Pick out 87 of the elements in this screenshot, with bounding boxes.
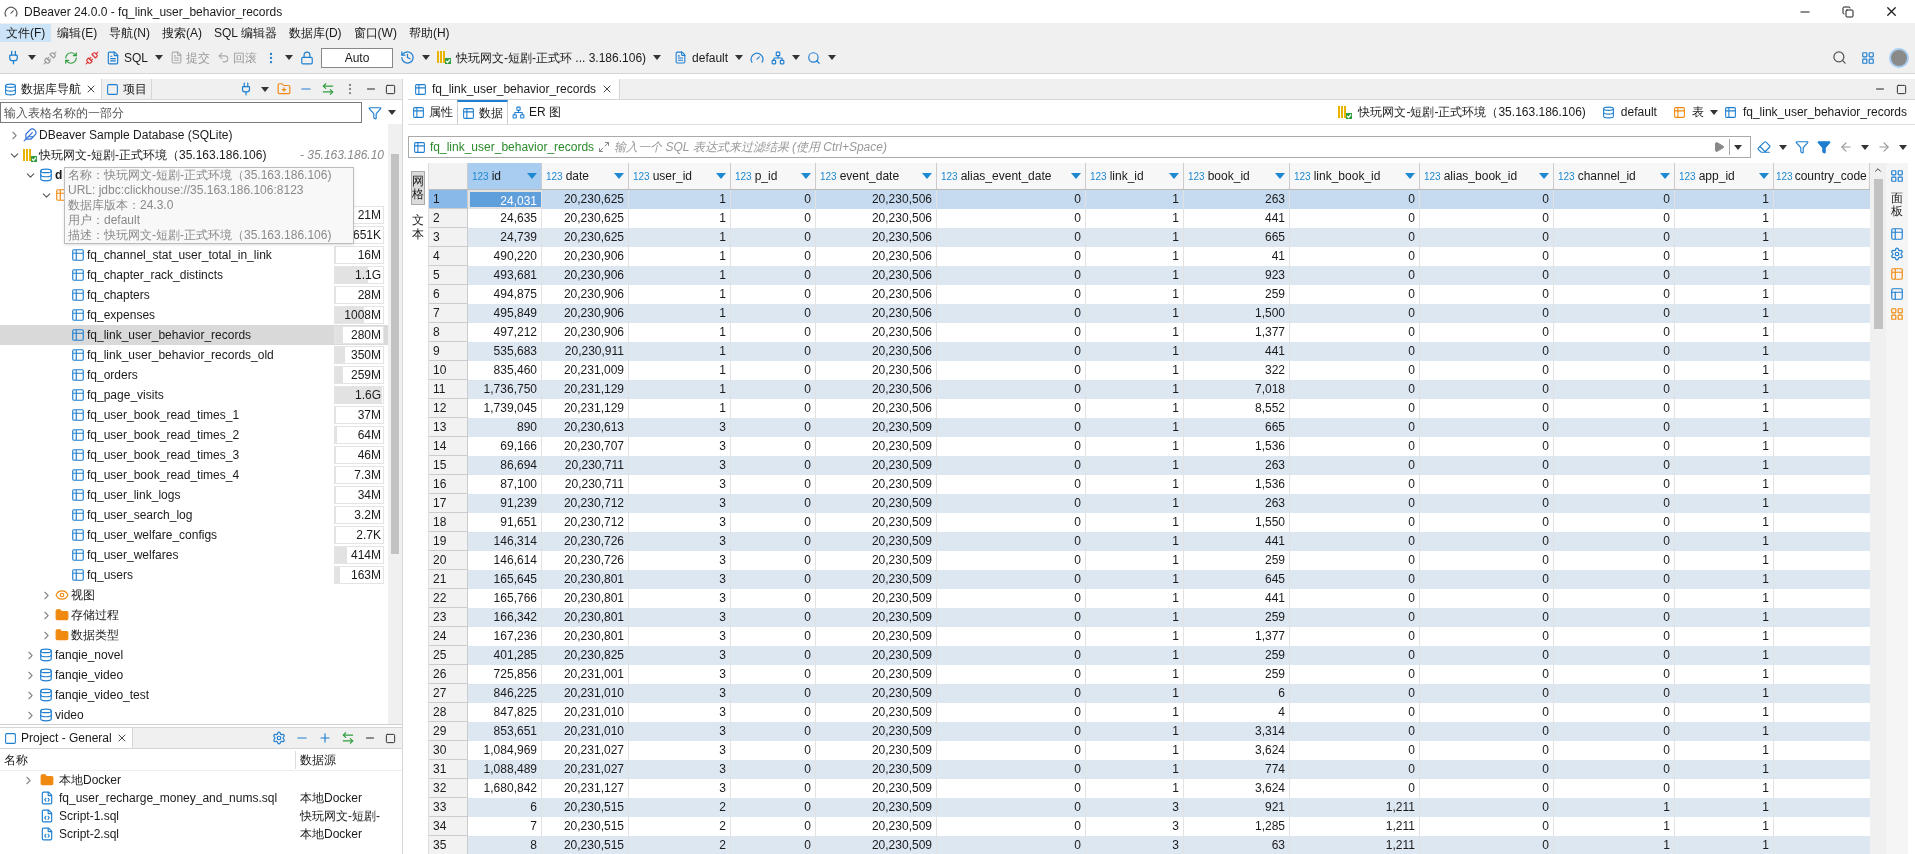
window-title: DBeaver 24.0.0 - fq_link_user_behavior_records xyxy=(24,3,283,21)
tree-item-label: 快玩网文-短剧-正式环境（35.163.186.106) xyxy=(39,147,267,164)
tree-item-label: fq_expenses xyxy=(87,307,156,324)
tree-item-label: fq_user_book_read_times_3 xyxy=(87,447,240,464)
size-label: 37M xyxy=(357,407,381,424)
tree-item-label: fanqie_video xyxy=(55,667,124,684)
type-label: 123 xyxy=(820,169,837,184)
tree-item-label: d xyxy=(55,167,63,184)
column-name: link_id xyxy=(1109,168,1144,185)
size-label: 280M xyxy=(350,327,381,344)
type-label: 123 xyxy=(1188,169,1205,184)
tree-item-label: 数据类型 xyxy=(71,627,119,644)
column-name: event_date xyxy=(839,168,900,185)
tree-item-label: fq_user_book_read_times_1 xyxy=(87,407,240,424)
column-name: p_id xyxy=(754,168,778,185)
tree-item-label: fq_orders xyxy=(87,367,138,384)
type-label: 123 xyxy=(1679,169,1696,184)
filter-table-name: fq_link_user_behavior_records xyxy=(430,139,595,156)
tree-item-label: video xyxy=(55,707,84,724)
tree-item-label: fq_user_link_logs xyxy=(87,487,181,504)
data-source: 本地Docker xyxy=(299,826,362,843)
item-name: fq_user_recharge_money_and_nums.sql xyxy=(59,790,278,807)
tooltip-line: 名称：快玩网文-短剧-正式环境（35.163.186.106) xyxy=(68,168,333,183)
size-label: 1008M xyxy=(344,307,381,324)
size-label: 7.3M xyxy=(354,467,381,484)
size-label: 2.7K xyxy=(356,527,381,544)
column-name: date xyxy=(565,168,590,185)
type-label: 123 xyxy=(735,169,752,184)
column-name: user_id xyxy=(652,168,693,185)
type-label: 123 xyxy=(633,169,650,184)
connection-host: - 35.163.186.10 xyxy=(299,147,384,164)
size-label: 21M xyxy=(357,207,381,224)
type-label: 123 xyxy=(1424,169,1441,184)
type-label: 123 xyxy=(1558,169,1575,184)
type-label: 123 xyxy=(941,169,958,184)
tooltip-line: 用户：default xyxy=(68,213,142,228)
size-label: 34M xyxy=(357,487,381,504)
tree-item-label: fq_user_welfares xyxy=(87,547,179,564)
tree-item-label: 存储过程 xyxy=(71,607,119,624)
size-label: 46M xyxy=(357,447,381,464)
size-label: 163M xyxy=(350,567,381,584)
tooltip-line: URL: jdbc:clickhouse://35.163.186.106:8123 xyxy=(68,183,305,198)
size-label: 1.6G xyxy=(355,387,381,404)
column-name: link_book_id xyxy=(1313,168,1381,185)
size-label: 651K xyxy=(352,227,381,244)
tooltip-line: 描述：快玩网文-短剧-正式环境（35.163.186.106) xyxy=(68,228,333,243)
tree-item-label: fq_channel_stat_user_total_in_link xyxy=(87,247,272,264)
tree-item-label: fanqie_novel xyxy=(55,647,124,664)
tree-item-label: fq_link_user_behavior_records xyxy=(87,327,252,344)
size-label: 16M xyxy=(357,247,381,264)
type-label: 123 xyxy=(1294,169,1311,184)
column-name: app_id xyxy=(1698,168,1735,185)
column-name: country_code xyxy=(1794,168,1867,185)
column-name: id xyxy=(491,168,502,185)
item-name: 本地Docker xyxy=(59,772,121,789)
tree-item-label: fanqie_video_test xyxy=(55,687,150,704)
tree-item-label: fq_users xyxy=(87,567,134,584)
column-name: alias_book_id xyxy=(1443,168,1518,185)
column-name: channel_id xyxy=(1577,168,1636,185)
type-label: 123 xyxy=(472,169,489,184)
type-label: 123 xyxy=(1090,169,1107,184)
column-name: book_id xyxy=(1207,168,1250,185)
column-name: alias_event_date xyxy=(960,168,1052,185)
tree-item-label: fq_link_user_behavior_records_old xyxy=(87,347,274,364)
size-label: 3.2M xyxy=(354,507,381,524)
size-label: 28M xyxy=(357,287,381,304)
size-label: 259M xyxy=(350,367,381,384)
data-source: 本地Docker xyxy=(299,790,362,807)
tree-item-label: fq_page_visits xyxy=(87,387,164,404)
size-label: 350M xyxy=(350,347,381,364)
tree-item-label: DBeaver Sample Database (SQLite) xyxy=(39,127,233,144)
tree-item-label: fq_user_book_read_times_4 xyxy=(87,467,240,484)
data-source: 快玩网文-短剧- xyxy=(299,808,380,825)
tooltip-line: 数据库版本：24.3.0 xyxy=(68,198,175,213)
type-label: 123 xyxy=(1776,169,1793,184)
size-label: 1.1G xyxy=(355,267,381,284)
tree-item-label: fq_chapters xyxy=(87,287,150,304)
size-label: 64M xyxy=(357,427,381,444)
tree-item-label: fq_user_welfare_configs xyxy=(87,527,218,544)
item-name: Script-1.sql xyxy=(59,808,120,825)
tree-item-label: fq_chapter_rack_distincts xyxy=(87,267,224,284)
item-name: Script-2.sql xyxy=(59,826,120,843)
size-label: 414M xyxy=(350,547,381,564)
type-label: 123 xyxy=(546,169,563,184)
tree-item-label: fq_user_book_read_times_2 xyxy=(87,427,240,444)
tree-item-label: fq_user_search_log xyxy=(87,507,193,524)
tree-item-label: 视图 xyxy=(71,587,95,604)
